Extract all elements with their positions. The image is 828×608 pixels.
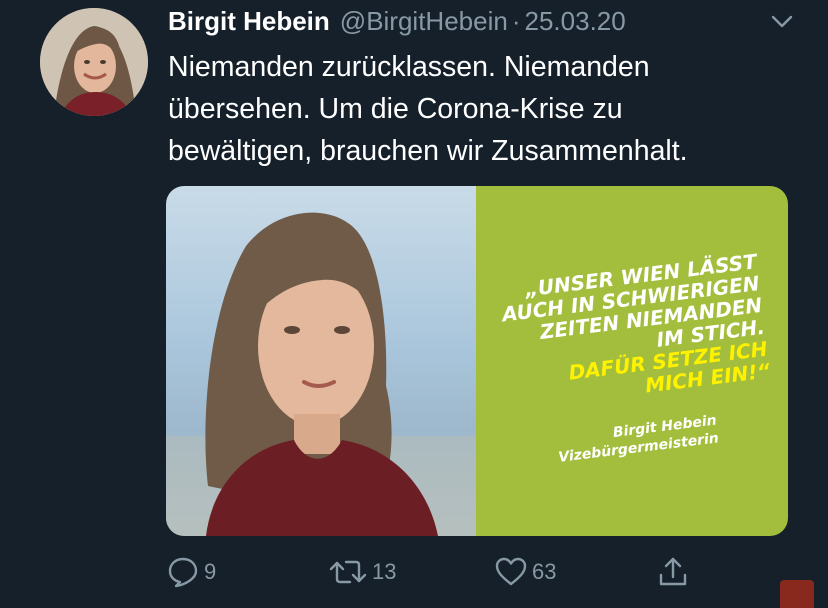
like-icon [494, 555, 528, 589]
reply-icon [166, 555, 200, 589]
tweet-text: Niemanden zurücklassen. Niemanden überse… [168, 46, 788, 172]
tweet[interactable]: Birgit Hebein @BirgitHebein · 25.03.20 N… [0, 0, 828, 608]
tweet-header: Birgit Hebein @BirgitHebein · 25.03.20 [168, 6, 626, 40]
portrait-photo [166, 186, 476, 536]
avatar-portrait [40, 8, 148, 116]
chevron-down-icon[interactable] [770, 12, 794, 32]
tweet-text-line: bewältigen, brauchen wir Zusammenhalt. [168, 135, 688, 167]
retweet-icon [328, 555, 368, 589]
retweet-count: 13 [372, 559, 397, 584]
reply-count: 9 [204, 559, 217, 584]
retweet-button[interactable]: 13 [328, 552, 396, 592]
tweet-date[interactable]: 25.03.20 [525, 6, 626, 37]
avatar[interactable] [40, 8, 148, 116]
share-icon [656, 555, 690, 589]
tweet-text-line: übersehen. Um die Corona-Krise zu [168, 93, 623, 125]
like-button[interactable]: 63 [494, 552, 556, 592]
share-button[interactable] [656, 552, 690, 592]
reply-button[interactable]: 9 [166, 552, 216, 592]
display-name[interactable]: Birgit Hebein [168, 6, 330, 37]
corner-badge [780, 580, 814, 608]
portrait-illustration [166, 212, 476, 536]
quote-signature: Birgit Hebein Vizebürgermeisterin [475, 403, 788, 477]
tweet-actions: 9 13 63 [166, 552, 726, 592]
like-count: 63 [532, 559, 557, 584]
tweet-text-line: Niemanden zurücklassen. Niemanden [168, 51, 650, 83]
separator-dot: · [511, 6, 521, 36]
campaign-quote: „UNSER WIEN LÄSST AUCH IN SCHWIERIGEN ZE… [469, 247, 788, 416]
tweet-media-image[interactable]: „UNSER WIEN LÄSST AUCH IN SCHWIERIGEN ZE… [166, 186, 788, 536]
user-handle[interactable]: @BirgitHebein [340, 6, 508, 37]
quote-panel: „UNSER WIEN LÄSST AUCH IN SCHWIERIGEN ZE… [476, 186, 788, 536]
